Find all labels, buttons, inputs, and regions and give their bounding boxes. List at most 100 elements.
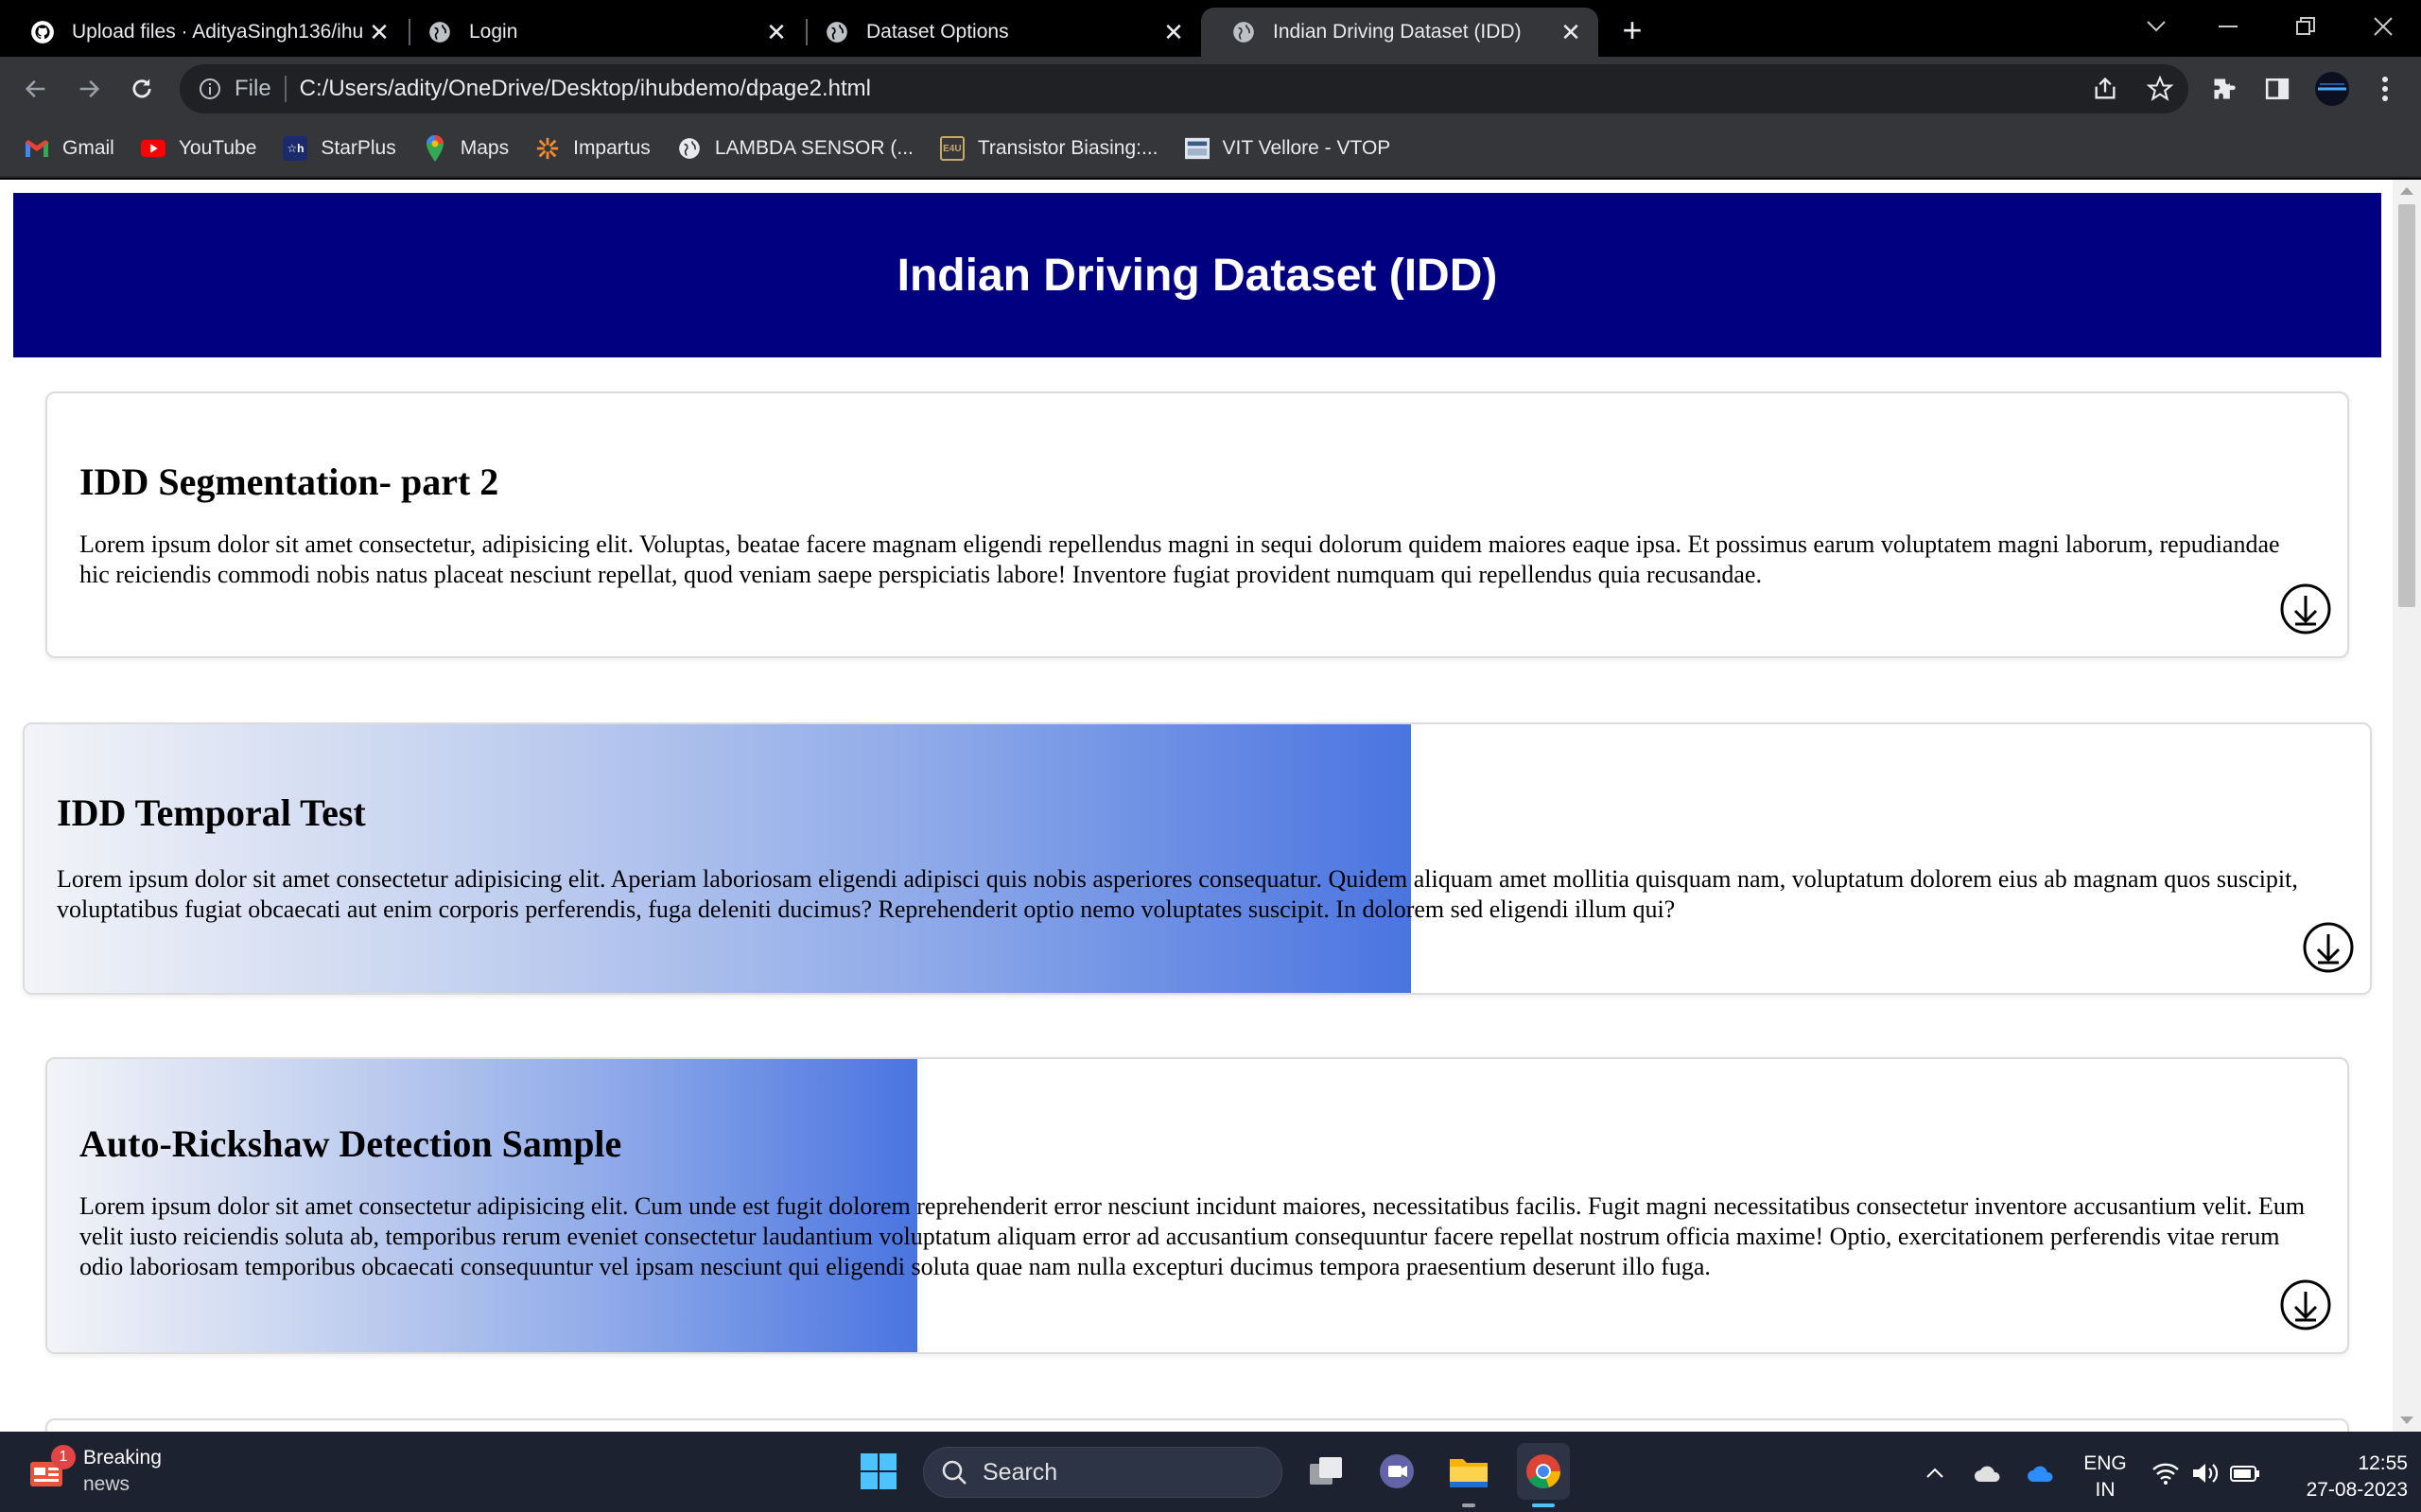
side-panel-icon[interactable] bbox=[2258, 70, 2296, 108]
show-hidden-icons-chevron-icon[interactable] bbox=[1920, 1458, 1950, 1488]
tab-login[interactable]: Login ✕ bbox=[397, 8, 804, 57]
news-icon: 1 bbox=[28, 1445, 76, 1490]
card-title: IDD Segmentation- part 2 bbox=[79, 461, 499, 503]
globe-icon bbox=[677, 136, 702, 161]
maps-icon bbox=[423, 135, 447, 162]
youtube-icon bbox=[140, 136, 165, 161]
wifi-icon[interactable] bbox=[2151, 1458, 2181, 1488]
bookmark-starplus[interactable]: ☆h StarPlus bbox=[283, 136, 396, 161]
bookmark-star-icon[interactable] bbox=[2141, 70, 2179, 108]
starplus-icon: ☆h bbox=[283, 136, 308, 161]
scroll-down-arrow-icon[interactable] bbox=[2400, 1416, 2413, 1424]
forward-icon[interactable] bbox=[70, 70, 108, 108]
taskbar-search[interactable]: Search bbox=[923, 1447, 1282, 1498]
page-viewport: Indian Driving Dataset (IDD) IDD Segment… bbox=[0, 180, 2421, 1432]
card-description: Lorem ipsum dolor sit amet consectetur, … bbox=[79, 530, 2280, 588]
news-subtitle: news bbox=[83, 1473, 131, 1495]
reload-icon[interactable] bbox=[123, 70, 161, 108]
download-icon[interactable] bbox=[2279, 582, 2332, 635]
card-title: Auto-Rickshaw Detection Sample bbox=[79, 1122, 622, 1165]
bookmark-lambda-sensor[interactable]: LAMBDA SENSOR (... bbox=[677, 136, 914, 161]
close-tab-icon[interactable]: ✕ bbox=[365, 18, 393, 46]
bookmark-gmail[interactable]: Gmail bbox=[25, 136, 114, 161]
more-menu-icon[interactable] bbox=[2366, 70, 2404, 108]
clock-time: 12:55 bbox=[2358, 1452, 2408, 1474]
github-icon bbox=[30, 20, 55, 44]
site-header: Indian Driving Dataset (IDD) bbox=[13, 193, 2381, 357]
minimize-icon[interactable] bbox=[2209, 8, 2247, 45]
bookmark-label: Maps bbox=[460, 137, 510, 159]
address-bar[interactable]: File C:/Users/adity/OneDrive/Desktop/ihu… bbox=[180, 64, 2188, 113]
running-indicator bbox=[1462, 1503, 1475, 1507]
active-indicator bbox=[1532, 1503, 1555, 1507]
new-tab-button[interactable]: + bbox=[1615, 10, 1649, 49]
tab-search-chevron-icon[interactable] bbox=[2137, 8, 2175, 45]
profile-avatar[interactable] bbox=[2313, 70, 2351, 108]
notification-badge: 1 bbox=[51, 1445, 76, 1469]
language-region: IN bbox=[2095, 1479, 2116, 1501]
card-description: Lorem ipsum dolor sit amet consectetur a… bbox=[79, 1192, 2306, 1280]
bookmark-transistor-biasing[interactable]: E4U Transistor Biasing:... bbox=[939, 136, 1158, 161]
close-tab-icon[interactable]: ✕ bbox=[1159, 18, 1188, 46]
address-separator bbox=[284, 76, 287, 102]
scrollbar-thumb[interactable] bbox=[2398, 204, 2415, 607]
globe-icon bbox=[825, 20, 849, 44]
close-tab-icon[interactable]: ✕ bbox=[762, 18, 791, 46]
tab-dataset-options[interactable]: Dataset Options ✕ bbox=[794, 8, 1201, 57]
news-title: Breaking bbox=[83, 1447, 162, 1469]
extensions-icon[interactable] bbox=[2205, 70, 2243, 108]
teams-chat-icon bbox=[1380, 1454, 1414, 1488]
address-url[interactable]: C:/Users/adity/OneDrive/Desktop/ihubdemo… bbox=[300, 76, 871, 102]
battery-icon[interactable] bbox=[2230, 1458, 2260, 1488]
bookmark-label: Gmail bbox=[62, 137, 114, 159]
onedrive-personal-icon[interactable] bbox=[1973, 1458, 2003, 1488]
share-icon[interactable] bbox=[2086, 70, 2124, 108]
back-icon[interactable] bbox=[17, 70, 55, 108]
folder-icon bbox=[1450, 1459, 1488, 1487]
tab-title: Upload files · AdityaSingh136/ihu bbox=[72, 21, 364, 43]
clock-date: 27-08-2023 bbox=[2306, 1479, 2408, 1501]
chrome-taskbar-button[interactable] bbox=[1517, 1443, 1570, 1507]
volume-icon[interactable] bbox=[2190, 1458, 2221, 1488]
scroll-up-arrow-icon[interactable] bbox=[2400, 187, 2413, 195]
chrome-icon bbox=[1526, 1454, 1560, 1489]
teams-chat-button[interactable] bbox=[1373, 1443, 1420, 1500]
tab-title: Indian Driving Dataset (IDD) bbox=[1273, 21, 1522, 43]
start-button[interactable] bbox=[855, 1443, 902, 1500]
windows-start-icon bbox=[861, 1453, 897, 1489]
bookmark-vit-vellore[interactable]: VIT Vellore - VTOP bbox=[1184, 136, 1390, 161]
tab-upload-files[interactable]: Upload files · AdityaSingh136/ihu ✕ bbox=[0, 8, 407, 57]
tab-indian-driving-dataset[interactable]: Indian Driving Dataset (IDD) ✕ bbox=[1201, 8, 1598, 57]
bookmark-impartus[interactable]: Impartus bbox=[535, 136, 651, 161]
download-icon[interactable] bbox=[2279, 1278, 2332, 1331]
address-scheme-label: File bbox=[235, 76, 271, 101]
impartus-icon bbox=[535, 136, 560, 161]
bookmark-label: Transistor Biasing:... bbox=[977, 137, 1158, 159]
dataset-card-segmentation: IDD Segmentation- part 2 Lorem ipsum dol… bbox=[45, 391, 2349, 658]
file-explorer-button[interactable] bbox=[1445, 1443, 1492, 1507]
download-icon[interactable] bbox=[2302, 921, 2355, 974]
vtop-icon bbox=[1184, 136, 1210, 161]
language-indicator[interactable]: ENG IN bbox=[2077, 1451, 2134, 1503]
bookmark-label: StarPlus bbox=[321, 137, 396, 159]
close-tab-icon[interactable]: ✕ bbox=[1557, 18, 1585, 46]
dataset-card-temporal-test: IDD Temporal Test Lorem ipsum dolor sit … bbox=[23, 722, 2372, 995]
task-view-button[interactable] bbox=[1303, 1443, 1350, 1500]
close-window-icon[interactable] bbox=[2364, 8, 2402, 45]
search-placeholder: Search bbox=[983, 1458, 1058, 1486]
search-icon bbox=[942, 1460, 967, 1485]
info-icon[interactable] bbox=[197, 76, 223, 102]
onedrive-icon[interactable] bbox=[2026, 1458, 2056, 1488]
browser-tab-strip: Upload files · AdityaSingh136/ihu ✕ Logi… bbox=[0, 0, 2421, 57]
news-widget[interactable]: 1 Breaking news bbox=[28, 1445, 162, 1498]
e4u-icon: E4U bbox=[939, 136, 965, 161]
bookmark-maps[interactable]: Maps bbox=[423, 135, 510, 162]
card-description: Lorem ipsum dolor sit amet consectetur a… bbox=[57, 865, 2298, 923]
page-scrollbar[interactable] bbox=[2393, 180, 2421, 1432]
tab-title: Login bbox=[469, 21, 518, 43]
language-code: ENG bbox=[2083, 1452, 2127, 1474]
bookmark-youtube[interactable]: YouTube bbox=[140, 136, 256, 161]
system-clock[interactable]: 12:55 27-08-2023 bbox=[2279, 1451, 2408, 1503]
windows-taskbar: 1 Breaking news Search ENG IN 12:55 27-0… bbox=[0, 1432, 2421, 1512]
restore-icon[interactable] bbox=[2287, 8, 2325, 45]
